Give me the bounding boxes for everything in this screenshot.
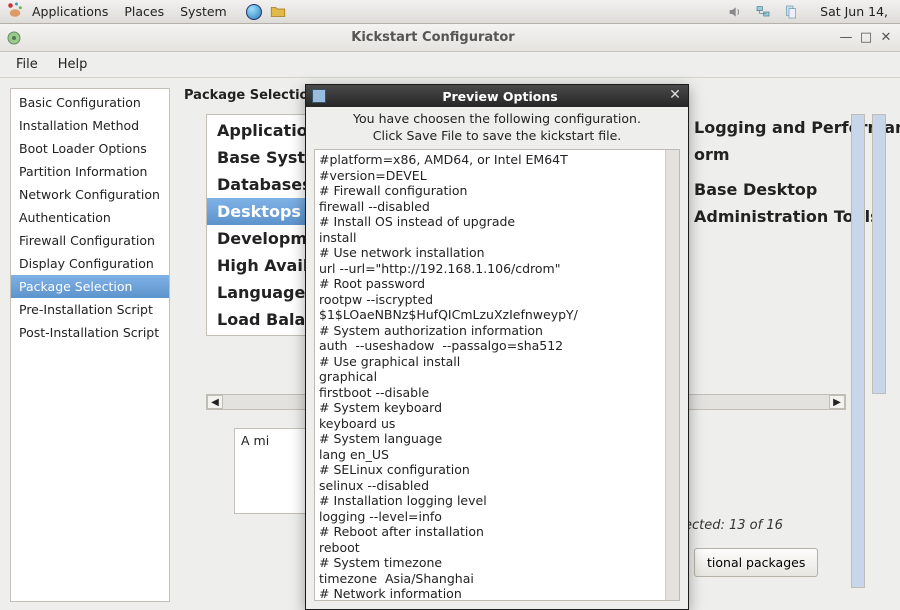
dialog-icon — [312, 89, 326, 103]
vscrollbar-groups[interactable] — [872, 114, 886, 394]
dialog-titlebar[interactable]: Preview Options ✕ — [306, 85, 688, 107]
sidebar: Basic Configuration Installation Method … — [10, 88, 170, 602]
files-icon[interactable] — [269, 3, 287, 21]
web-icon[interactable] — [245, 3, 263, 21]
sidebar-item-pre-script[interactable]: Pre-Installation Script — [11, 298, 169, 321]
menu-file[interactable]: File — [6, 54, 48, 75]
panel-menu-places[interactable]: Places — [116, 0, 172, 24]
preview-options-dialog: Preview Options ✕ You have choosen the f… — [305, 84, 689, 610]
scroll-left-icon[interactable]: ◀ — [207, 395, 223, 409]
sidebar-item-auth[interactable]: Authentication — [11, 206, 169, 229]
sidebar-item-packages[interactable]: Package Selection — [11, 275, 169, 298]
panel-clock[interactable]: Sat Jun 14, — [820, 4, 888, 19]
menubar: File Help — [0, 52, 900, 78]
vscrollbar-outer[interactable] — [851, 114, 865, 588]
kickstart-preview-text[interactable] — [315, 150, 679, 600]
scroll-right-icon[interactable]: ▶ — [829, 395, 845, 409]
sidebar-item-firewall[interactable]: Firewall Configuration — [11, 229, 169, 252]
sidebar-item-basic[interactable]: Basic Configuration — [11, 91, 169, 114]
network-icon[interactable] — [754, 3, 772, 21]
volume-icon[interactable] — [726, 3, 744, 21]
minimize-button[interactable]: — — [838, 30, 854, 46]
kickstart-preview-box — [314, 149, 680, 601]
sidebar-item-install-method[interactable]: Installation Method — [11, 114, 169, 137]
dialog-title: Preview Options — [332, 89, 668, 104]
close-button[interactable]: ✕ — [878, 30, 894, 46]
dialog-vscrollbar[interactable] — [665, 150, 679, 600]
clipboard-icon[interactable] — [782, 3, 800, 21]
selected-count: ected: 13 of 16 — [684, 518, 783, 533]
menu-help[interactable]: Help — [48, 54, 98, 75]
sidebar-item-post-script[interactable]: Post-Installation Script — [11, 321, 169, 344]
gnome-foot-icon — [6, 1, 24, 22]
window-title: Kickstart Configurator — [28, 30, 838, 45]
panel-menu-applications[interactable]: Applications — [24, 0, 116, 24]
dialog-message-1: You have choosen the following configura… — [306, 107, 688, 128]
maximize-button[interactable]: □ — [858, 30, 874, 46]
sidebar-item-partition[interactable]: Partition Information — [11, 160, 169, 183]
sidebar-item-display[interactable]: Display Configuration — [11, 252, 169, 275]
panel-menu-system[interactable]: System — [172, 0, 235, 24]
dialog-message-2: Click Save File to save the kickstart fi… — [306, 128, 688, 145]
gnome-panel: Applications Places System Sat Jun 14, — [0, 0, 900, 24]
sidebar-item-network[interactable]: Network Configuration — [11, 183, 169, 206]
optional-packages-button[interactable]: tional packages — [694, 548, 818, 577]
dialog-close-button[interactable]: ✕ — [668, 89, 682, 103]
sidebar-item-bootloader[interactable]: Boot Loader Options — [11, 137, 169, 160]
titlebar[interactable]: Kickstart Configurator — □ ✕ — [0, 24, 900, 52]
app-icon — [6, 30, 22, 46]
